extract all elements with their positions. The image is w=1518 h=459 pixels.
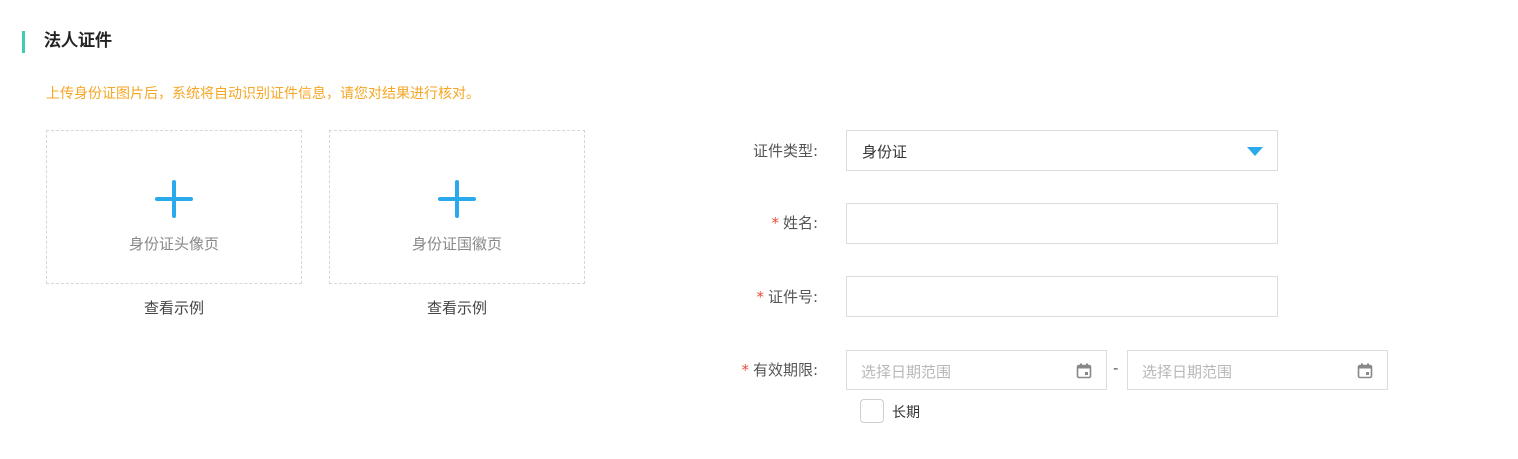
- start-date-placeholder: 选择日期范围: [861, 363, 952, 381]
- legal-person-id-section: 法人证件 上传身份证图片后，系统将自动识别证件信息，请您对结果进行核对。 身份证…: [0, 0, 1518, 459]
- id-type-label-text: 证件类型:: [752, 142, 818, 160]
- id-number-label-text: 证件号:: [767, 288, 818, 306]
- required-mark: *: [771, 214, 779, 232]
- calendar-icon: [1076, 363, 1092, 379]
- id-type-value: 身份证: [862, 143, 908, 161]
- validity-label-row: * 有效期限:: [618, 360, 818, 380]
- name-label: * 姓名:: [618, 213, 818, 233]
- id-number-input[interactable]: [846, 276, 1278, 317]
- caret-down-icon: [1247, 147, 1263, 156]
- plus-icon: [155, 180, 193, 218]
- long-term-checkbox[interactable]: [860, 399, 884, 423]
- long-term-label[interactable]: 长期: [892, 402, 920, 422]
- section-accent-bar: [22, 31, 25, 53]
- end-date-placeholder: 选择日期范围: [1142, 363, 1233, 381]
- upload-id-front-label: 身份证头像页: [128, 235, 219, 253]
- validity-label: * 有效期限:: [618, 360, 818, 380]
- required-mark: *: [756, 288, 764, 306]
- required-mark: *: [741, 361, 749, 379]
- validity-start-date-picker[interactable]: 选择日期范围: [846, 350, 1107, 390]
- name-label-text: 姓名:: [782, 214, 818, 232]
- section-title: 法人证件: [44, 31, 112, 51]
- id-type-label: 证件类型:: [618, 141, 818, 161]
- validity-end-date-picker[interactable]: 选择日期范围: [1127, 350, 1388, 390]
- id-number-label: * 证件号:: [618, 287, 818, 307]
- calendar-icon: [1357, 363, 1373, 379]
- id-type-label-row: 证件类型:: [618, 141, 818, 161]
- name-label-row: * 姓名:: [618, 213, 818, 233]
- validity-label-text: 有效期限:: [752, 361, 818, 379]
- plus-icon: [438, 180, 476, 218]
- id-number-label-row: * 证件号:: [618, 287, 818, 307]
- date-range-separator: -: [1113, 359, 1119, 377]
- view-example-front-link[interactable]: 查看示例: [46, 297, 302, 318]
- name-input[interactable]: [846, 203, 1278, 244]
- view-example-back-link[interactable]: 查看示例: [329, 297, 585, 318]
- upload-id-front[interactable]: 身份证头像页: [46, 130, 302, 284]
- upload-id-back[interactable]: 身份证国徽页: [329, 130, 585, 284]
- id-type-select[interactable]: 身份证: [846, 130, 1278, 171]
- upload-hint: 上传身份证图片后，系统将自动识别证件信息，请您对结果进行核对。: [46, 86, 480, 102]
- upload-id-back-label: 身份证国徽页: [411, 235, 502, 253]
